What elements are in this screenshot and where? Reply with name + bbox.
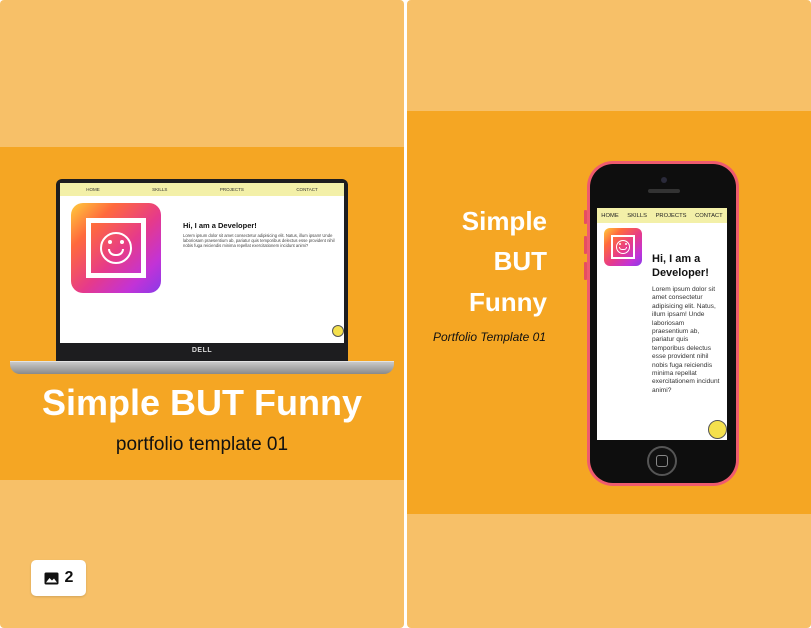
laptop-base: [10, 362, 394, 374]
image-count: 2: [64, 569, 74, 586]
card-title: Simple BUT Funny: [41, 382, 362, 423]
preview-nav-projects: PROJECTS: [219, 187, 244, 192]
preview-nav-contact: CONTACT: [296, 187, 318, 192]
phone-screen-preview: HOME SKILLS PROJECTS CONTACT Hi, I am a …: [597, 208, 727, 440]
preview-nav-projects: PROJECTS: [655, 212, 687, 219]
preview-nav-skills: SKILLS: [152, 187, 168, 192]
preview-nav-home: HOME: [86, 187, 100, 192]
preview-heading: Hi, I am a Developer!: [183, 221, 257, 230]
camera-icon: [661, 177, 667, 183]
preview-nav-skills: SKILLS: [627, 212, 647, 219]
speaker-grille: [648, 189, 680, 193]
home-button-square: [656, 455, 668, 467]
preview-body: Lorem ipsum dolor sit amet consectetur a…: [183, 233, 335, 249]
image-icon: [44, 572, 59, 584]
preview-body: Lorem ipsum dolor sit amet consectetur a…: [652, 286, 720, 394]
image-count-badge[interactable]: 2: [31, 560, 86, 596]
preview-nav-home: HOME: [601, 212, 619, 219]
gallery-card-phone[interactable]: Simple BUT Funny Portfolio Template 01 H…: [407, 0, 811, 628]
card-caption: Portfolio Template 01: [433, 330, 546, 344]
preview-nav: HOME SKILLS PROJECTS CONTACT: [597, 208, 727, 223]
preview-heading: Hi, I am a Developer!: [652, 253, 709, 279]
smiley-icon: [332, 325, 344, 337]
title-line-simple: Simple: [461, 206, 547, 236]
laptop-screen-preview: HOME SKILLS PROJECTS CONTACT Hi, I am a …: [60, 183, 344, 343]
preview-nav: HOME SKILLS PROJECTS CONTACT: [60, 183, 344, 196]
title-line-funny: Funny: [469, 287, 547, 317]
avatar-logo: [604, 228, 642, 266]
title-line-but: BUT: [493, 246, 547, 276]
avatar-logo: [71, 203, 161, 293]
card-subtitle: portfolio template 01: [115, 434, 289, 455]
gallery-card-laptop[interactable]: HOME SKILLS PROJECTS CONTACT Hi, I am a …: [0, 0, 404, 628]
laptop-brand-logo: DELL: [191, 347, 213, 354]
preview-nav-contact: CONTACT: [695, 212, 723, 219]
smiley-icon: [708, 420, 727, 439]
